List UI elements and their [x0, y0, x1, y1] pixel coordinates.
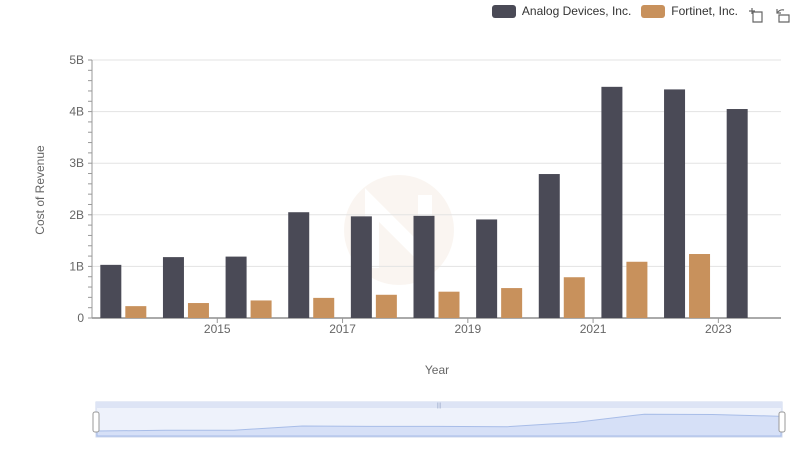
x-tick-label: 2015	[204, 322, 231, 336]
bar-fortinet-2022[interactable]	[626, 261, 648, 318]
x-axis-label: Year	[425, 363, 449, 377]
x-tick-label: 2017	[329, 322, 356, 336]
x-tick-label: 2023	[705, 322, 732, 336]
bar-fortinet-2018[interactable]	[375, 294, 397, 318]
y-tick-label: 0	[77, 311, 84, 325]
bar-analog-devices-2024[interactable]	[726, 109, 748, 319]
bar-analog-devices-2016[interactable]	[225, 256, 247, 318]
bar-analog-devices-2015[interactable]	[162, 257, 184, 318]
bar-analog-devices-2020[interactable]	[476, 219, 498, 318]
bar-analog-devices-2023[interactable]	[664, 89, 686, 318]
bar-fortinet-2017[interactable]	[313, 297, 335, 318]
x-tick-label: 2021	[580, 322, 607, 336]
bar-fortinet-2016[interactable]	[250, 300, 272, 318]
navigator-right-handle[interactable]	[778, 411, 786, 433]
bar-analog-devices-2022[interactable]	[601, 86, 623, 318]
bar-fortinet-2019[interactable]	[438, 291, 460, 318]
bar-analog-devices-2017[interactable]	[288, 212, 310, 318]
bar-chart: 0 1B 2B 3B 4B 5B 2015 2017 2019 2021 2023 Cost of…	[33, 53, 786, 438]
bar-fortinet-2021[interactable]	[563, 277, 585, 318]
navigator-grip-icon[interactable]: |||	[437, 403, 442, 409]
y-axis-label: Cost of Revenue	[33, 145, 47, 235]
x-tick-label: 2019	[454, 322, 481, 336]
bar-analog-devices-2014[interactable]	[100, 264, 122, 318]
bar-analog-devices-2018[interactable]	[350, 216, 372, 318]
y-tick-label: 5B	[69, 53, 84, 67]
bar-fortinet-2020[interactable]	[501, 288, 523, 318]
navigator-left-handle[interactable]	[92, 411, 100, 433]
y-tick-label: 2B	[69, 208, 84, 222]
bar-fortinet-2014[interactable]	[125, 306, 147, 318]
range-navigator[interactable]: |||	[92, 401, 786, 438]
y-tick-label: 1B	[69, 259, 84, 273]
y-tick-label: 4B	[69, 105, 84, 119]
bar-analog-devices-2019[interactable]	[413, 215, 435, 318]
y-tick-label: 3B	[69, 156, 84, 170]
bar-analog-devices-2021[interactable]	[538, 174, 560, 318]
bar-fortinet-2015[interactable]	[187, 303, 209, 318]
bar-fortinet-2023[interactable]	[689, 254, 711, 318]
